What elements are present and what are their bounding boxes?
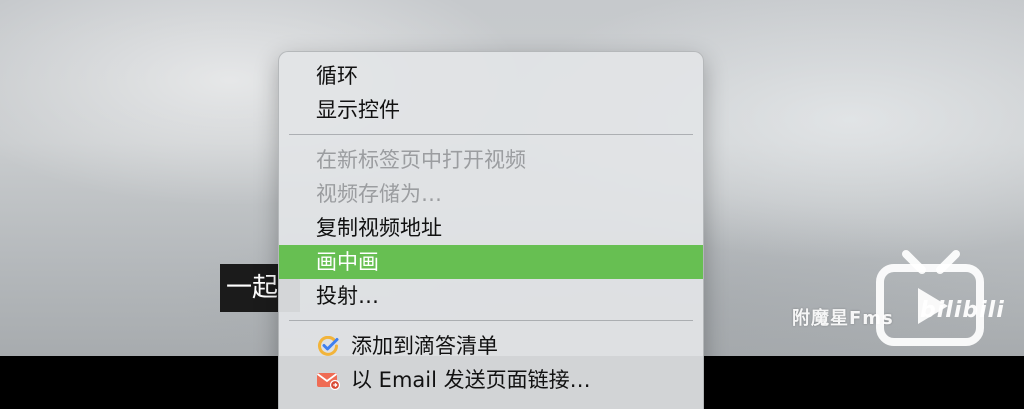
bilibili-logo-text: bilibili <box>920 298 1005 323</box>
menu-item-open-video-new-tab: 在新标签页中打开视频 <box>279 143 703 177</box>
menu-item-copy-video-address[interactable]: 复制视频地址 <box>279 211 703 245</box>
check-circle-icon <box>318 336 339 356</box>
menu-item-label: 在新标签页中打开视频 <box>316 148 526 172</box>
menu-item-label: 视频存储为… <box>316 182 442 206</box>
menu-separator <box>289 134 693 135</box>
subtitle-text: 一起 <box>226 273 279 303</box>
menu-separator <box>289 320 693 321</box>
menu-item-label: 循环 <box>316 64 358 88</box>
menu-item-email-page-link[interactable]: 以 Email 发送页面链接… <box>279 363 703 397</box>
menu-item-save-video-as: 视频存储为… <box>279 177 703 211</box>
video-context-menu: 循环 显示控件 在新标签页中打开视频 视频存储为… 复制视频地址 画中画 投射…… <box>278 51 704 409</box>
menu-item-label: 投射… <box>316 284 379 308</box>
menu-item-add-to-ticktick[interactable]: 添加到滴答清单 <box>279 329 703 363</box>
menu-item-label: 添加到滴答清单 <box>351 334 498 358</box>
menu-item-show-controls[interactable]: 显示控件 <box>279 93 703 127</box>
menu-item-cast[interactable]: 投射… <box>279 279 703 313</box>
menu-item-label: 复制视频地址 <box>316 216 442 240</box>
menu-item-loop[interactable]: 循环 <box>279 59 703 93</box>
menu-item-label: 显示控件 <box>316 98 400 122</box>
menu-item-label: 画中画 <box>316 250 379 274</box>
menu-item-label: 以 Email 发送页面链接… <box>351 368 591 392</box>
mail-icon <box>316 373 340 390</box>
menu-item-picture-in-picture[interactable]: 画中画 <box>279 245 703 279</box>
